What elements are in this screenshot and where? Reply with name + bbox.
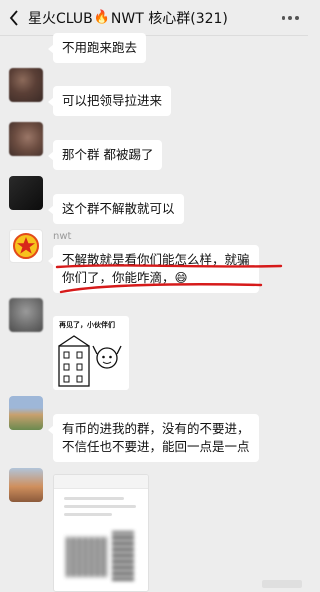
chat-title-left: 星火CLUB bbox=[28, 10, 93, 27]
avatar[interactable] bbox=[9, 229, 43, 263]
avatar[interactable] bbox=[9, 396, 43, 430]
fire-icon: 🔥 bbox=[93, 10, 110, 25]
chevron-left-icon bbox=[9, 9, 18, 26]
chat-header: 星火CLUB 🔥 NWT 核心群(321) bbox=[0, 0, 308, 36]
message-bubble[interactable]: 这个群不解散就可以 bbox=[48, 194, 184, 224]
sender-nickname: nwt bbox=[53, 231, 72, 242]
message-text: 那个群 都被踢了 bbox=[62, 147, 154, 162]
waving-figure-icon bbox=[58, 335, 122, 387]
blurred-qr-code bbox=[112, 531, 134, 581]
avatar[interactable] bbox=[9, 176, 43, 210]
avatar[interactable] bbox=[9, 122, 43, 156]
message-text-line2: 你们了，你能咋滴， bbox=[62, 270, 175, 285]
blurred-qr-code bbox=[66, 537, 108, 577]
sticker-caption: 再见了，小伙伴们 bbox=[59, 321, 115, 329]
image-topbar bbox=[54, 475, 148, 489]
message-text: 这个群不解散就可以 bbox=[62, 201, 175, 216]
message-text: 不用跑来跑去 bbox=[62, 40, 138, 55]
avatar[interactable] bbox=[9, 68, 43, 102]
avatar[interactable] bbox=[9, 468, 43, 502]
image-message[interactable] bbox=[53, 474, 149, 592]
back-button[interactable] bbox=[0, 0, 28, 36]
message-text-line1: 有币的进我的群，没有的不要进， bbox=[62, 421, 250, 436]
star-logo-icon bbox=[13, 233, 39, 259]
watermark bbox=[262, 580, 302, 588]
message-bubble[interactable]: 那个群 都被踢了 bbox=[47, 140, 163, 170]
message-text-line2: 不信任也不要进，能回一点是一点 bbox=[62, 439, 250, 454]
more-button[interactable] bbox=[280, 8, 300, 28]
message-bubble[interactable]: 不用跑来跑去 bbox=[47, 33, 147, 63]
message-text: 可以把领导拉进来 bbox=[62, 93, 163, 108]
sticker-image[interactable]: 再见了，小伙伴们 bbox=[53, 316, 129, 390]
chat-title: 星火CLUB 🔥 NWT 核心群(321) bbox=[28, 8, 228, 28]
message-bubble[interactable]: 可以把领导拉进来 bbox=[47, 86, 172, 116]
message-bubble[interactable]: 不解散就是看你们能怎么样，就骗 你们了，你能咋滴，😄 bbox=[48, 245, 259, 293]
smile-emoji-icon: 😄 bbox=[174, 270, 188, 285]
message-text-line1: 不解散就是看你们能怎么样，就骗 bbox=[62, 252, 250, 267]
message-bubble[interactable]: 有币的进我的群，没有的不要进， 不信任也不要进，能回一点是一点 bbox=[48, 414, 259, 462]
more-dots-icon bbox=[281, 16, 286, 20]
chat-title-right: NWT 核心群(321) bbox=[110, 10, 228, 27]
avatar[interactable] bbox=[9, 298, 43, 332]
